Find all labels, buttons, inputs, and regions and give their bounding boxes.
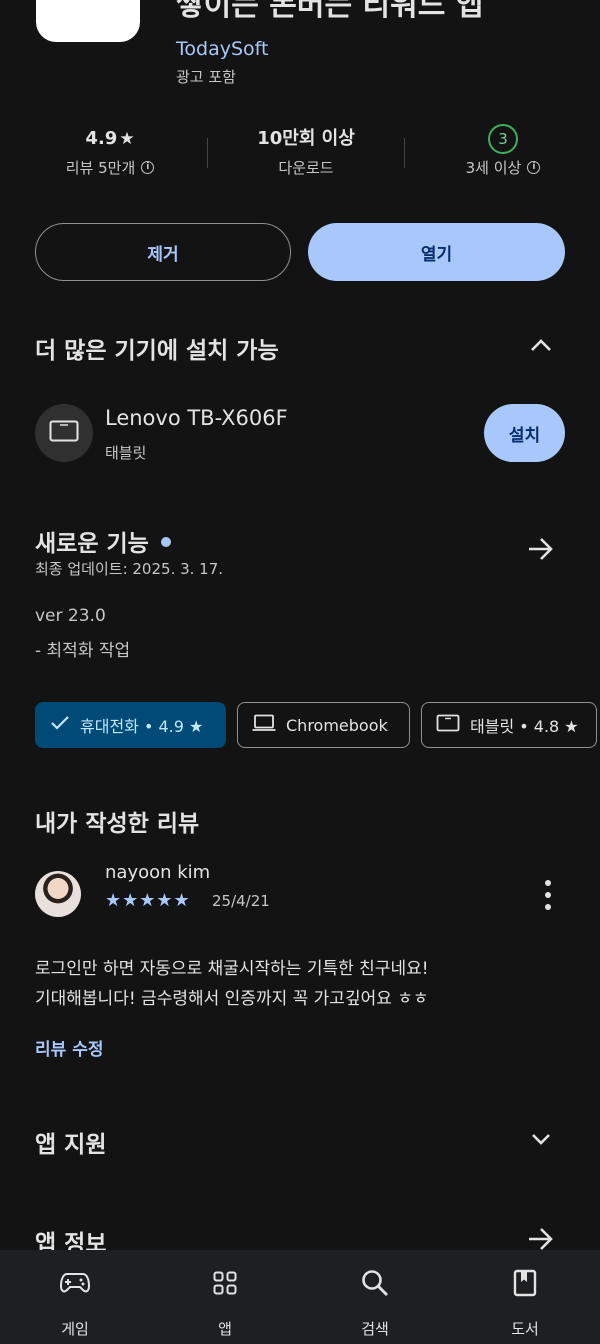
nav-games[interactable]: 게임: [25, 1264, 125, 1339]
arrow-right-icon[interactable]: [527, 536, 555, 566]
chip-label: Chromebook: [286, 715, 388, 735]
more-devices-title: 더 많은 기기에 설치 가능: [35, 338, 279, 364]
downloads-label: 다운로드: [278, 159, 334, 177]
check-icon: [50, 715, 70, 735]
laptop-icon: [252, 714, 276, 736]
install-device-button[interactable]: 설치: [484, 404, 565, 462]
nav-search[interactable]: 검색: [325, 1264, 425, 1339]
version-text: ver 23.0: [35, 606, 106, 626]
review-text: 로그인만 하면 자동으로 채굴시작하는 기특한 친구네요! 기대해봅니다! 금수…: [35, 954, 575, 1014]
tablet-icon: [436, 714, 460, 736]
gamepad-icon: [25, 1264, 125, 1302]
grid-icon: [175, 1264, 275, 1302]
app-icon: [36, 0, 140, 42]
avatar: [35, 871, 81, 917]
edit-review-link[interactable]: 리뷰 수정: [35, 1035, 103, 1060]
review-text-line: 기대해봅니다! 금수령해서 인증까지 꼭 가고깊어요 ㅎㅎ: [35, 989, 429, 1009]
age-rating-label: 3세 이상: [465, 159, 522, 177]
chip-label: 휴대전화 • 4.9 ★: [80, 717, 204, 736]
app-support-title[interactable]: 앱 지원: [35, 1125, 107, 1159]
stat-divider: [404, 138, 405, 168]
uninstall-button[interactable]: 제거: [35, 223, 291, 281]
nav-label: 게임: [61, 1320, 89, 1338]
rating-stat[interactable]: 4.9 ★ 리뷰 5만개 i: [45, 126, 175, 178]
more-options-icon[interactable]: [538, 880, 558, 910]
downloads-value: 10만회 이상: [257, 128, 355, 149]
chip-chromebook[interactable]: Chromebook: [237, 702, 410, 748]
rating-label: 리뷰 5만개: [65, 159, 136, 177]
reviewer-name: nayoon kim: [105, 862, 211, 883]
nav-label: 도서: [511, 1320, 539, 1338]
info-icon: i: [527, 161, 541, 174]
chip-phone[interactable]: 휴대전화 • 4.9 ★: [35, 702, 226, 748]
nav-label: 검색: [361, 1320, 389, 1338]
star-icon: ★: [119, 129, 135, 149]
review-date: 25/4/21: [212, 892, 270, 910]
open-button[interactable]: 열기: [308, 223, 565, 281]
whats-new-label: 새로운 기능: [35, 531, 149, 557]
bottom-nav: 게임 앱 검색 도서: [0, 1250, 600, 1344]
chevron-down-icon[interactable]: [529, 1128, 553, 1154]
downloads-stat: 10만회 이상 다운로드: [236, 126, 376, 178]
star-rating: ★★★★★: [105, 890, 191, 911]
device-type: 태블릿: [105, 444, 147, 462]
device-avatar: [35, 404, 93, 462]
chip-tablet[interactable]: 태블릿 • 4.8 ★: [421, 702, 597, 748]
tablet-icon: [49, 420, 79, 446]
device-name: Lenovo TB-X606F: [105, 406, 288, 430]
nav-books[interactable]: 도서: [475, 1264, 575, 1339]
my-review-title: 내가 작성한 리뷰: [35, 811, 200, 837]
last-updated: 최종 업데이트: 2025. 3. 17.: [35, 560, 224, 578]
age-rating-badge: 3: [488, 124, 518, 154]
review-text-line: 로그인만 하면 자동으로 채굴시작하는 기특한 친구네요!: [35, 959, 429, 979]
app-title: 쌓이는 돈버는 리워드 앱: [176, 0, 484, 23]
book-icon: [475, 1264, 575, 1302]
version-note: - 최적화 작업: [35, 641, 131, 661]
ads-notice: 광고 포함: [176, 68, 236, 86]
developer-link[interactable]: TodaySoft: [176, 38, 268, 60]
nav-apps[interactable]: 앱: [175, 1264, 275, 1339]
chevron-up-icon[interactable]: [528, 334, 554, 360]
stat-divider: [207, 138, 208, 168]
info-icon: i: [141, 161, 155, 174]
whats-new-title: 새로운 기능: [35, 524, 171, 558]
chip-label: 태블릿 • 4.8 ★: [470, 717, 579, 736]
new-indicator-dot: [160, 536, 171, 547]
search-icon: [325, 1264, 425, 1302]
nav-label: 앱: [218, 1320, 232, 1338]
age-rating-stat[interactable]: 3 3세 이상 i: [438, 124, 568, 178]
rating-value: 4.9: [85, 128, 118, 149]
